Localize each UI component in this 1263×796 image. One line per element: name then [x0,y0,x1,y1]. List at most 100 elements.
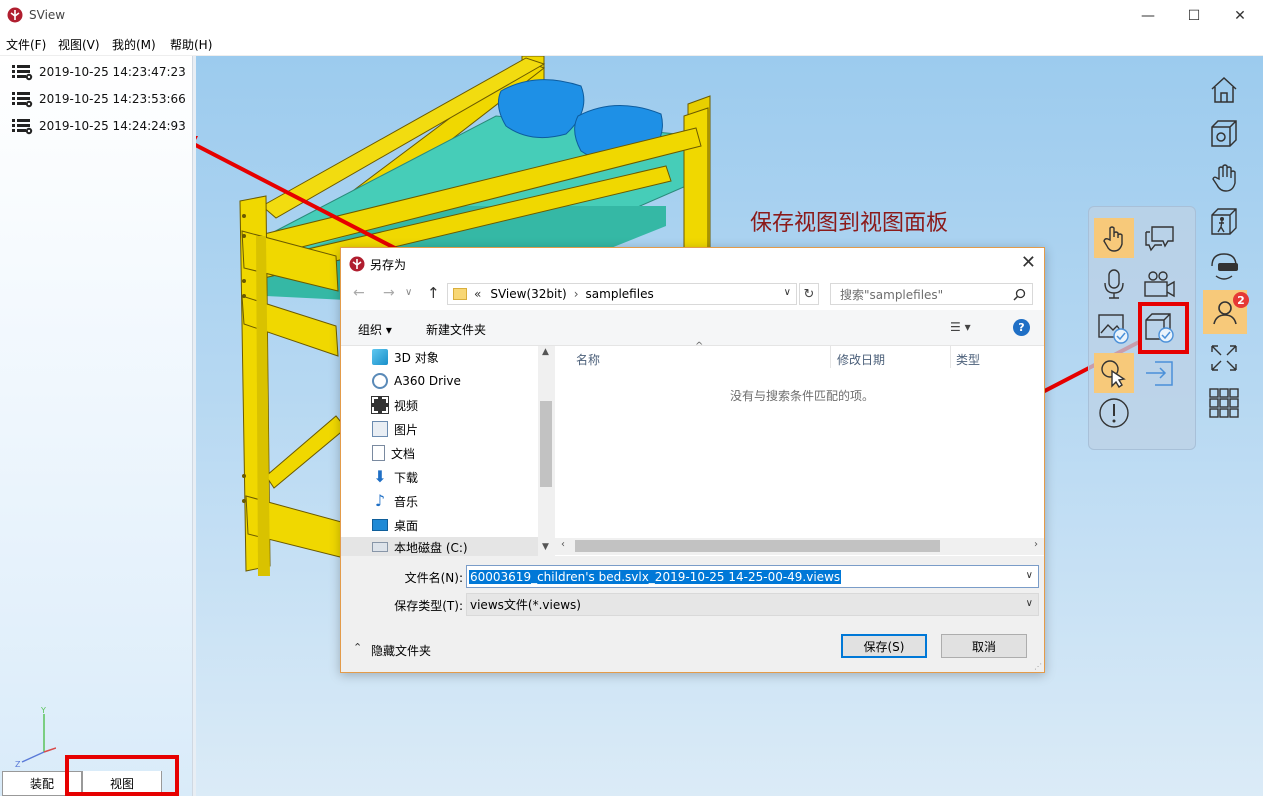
fullscreen-icon[interactable] [1206,340,1242,376]
chevron-down-icon[interactable]: ∨ [1026,570,1033,581]
new-folder-button[interactable]: 新建文件夹 [426,321,486,338]
view-list-icon [12,65,33,81]
chevron-down-icon[interactable]: ∨ [784,287,791,298]
filename-field[interactable]: 60003619_children's bed.svlx_2019-10-25 … [466,565,1039,588]
breadcrumb-segment[interactable]: SView(32bit) [490,287,566,301]
refresh-icon[interactable]: ↻ [799,283,819,305]
filetype-value: views文件(*.views) [470,598,581,612]
column-separator[interactable] [950,346,951,368]
cancel-button[interactable]: 取消 [941,634,1027,658]
video-camera-icon[interactable] [1139,264,1179,304]
hide-folders-toggle[interactable]: 隐藏文件夹 [371,642,431,659]
view-options-icon[interactable]: ☰ ▾ [950,320,971,334]
tree-item[interactable]: 文档 [372,443,415,463]
scroll-up-icon[interactable]: ▲ [542,347,549,357]
users-badge: 2 [1233,292,1249,308]
menu-mine[interactable]: 我的(M) [112,36,156,53]
tree-item[interactable]: 3D 对象 [372,347,439,367]
menu-help[interactable]: 帮助(H) [170,36,212,53]
tree-item[interactable]: A360 Drive [372,371,461,391]
walk-icon[interactable] [1206,204,1242,240]
view-entry-label: 2019-10-25 14:23:53:66 [39,92,186,106]
column-type[interactable]: 类型 [956,351,980,368]
view-entry[interactable]: 2019-10-25 14:23:47:23 [11,63,186,81]
pointer-icon[interactable] [1094,353,1134,393]
dialog-close-button[interactable]: ✕ [1021,252,1036,273]
scroll-left-icon[interactable]: ‹ [561,539,565,550]
resize-grip-icon[interactable]: ⋰ [1034,662,1042,671]
view-entry-label: 2019-10-25 14:23:47:23 [39,65,186,79]
menu-file[interactable]: 文件(F) [6,36,46,53]
tree-item-label: 音乐 [394,494,419,509]
dialog-nav-row: ← → ∨ ↑ « SView(32bit) › samplefiles ∨ ↻… [341,280,1044,310]
forward-arrow-icon[interactable]: → [383,285,395,301]
tree-item[interactable]: 视频 [371,395,419,415]
view-entry[interactable]: 2019-10-25 14:23:53:66 [11,90,186,108]
horizontal-scrollbar[interactable]: ‹ › [555,538,1044,555]
tree-scrollbar[interactable]: ▲ ▼ [538,346,555,556]
save-button[interactable]: 保存(S) [841,634,927,658]
tree-item[interactable]: 桌面 [372,515,418,535]
search-input[interactable]: 搜索"samplefiles" [830,283,1033,305]
filetype-label: 保存类型(T): [394,599,463,613]
tree-item-label: 3D 对象 [394,350,439,365]
info-icon[interactable] [1094,393,1134,433]
column-name[interactable]: 名称 [576,351,600,368]
vr-icon[interactable] [1206,248,1242,284]
microphone-icon[interactable] [1094,264,1134,304]
dialog-title-bar: 另存为 ✕ [341,248,1044,280]
dialog-toolbar: 组织 ▾ 新建文件夹 ☰ ▾ ? [341,310,1044,346]
scroll-right-icon[interactable]: › [1034,539,1038,550]
organize-button[interactable]: 组织 ▾ [358,321,392,338]
address-bar[interactable]: « SView(32bit) › samplefiles ∨ [447,283,797,305]
grid-icon[interactable] [1206,385,1242,421]
back-arrow-icon[interactable]: ← [353,285,365,301]
comment-icon[interactable] [1139,218,1179,258]
local-disk-icon [372,542,388,552]
app-logo-icon [349,256,365,272]
scroll-thumb[interactable] [540,401,552,487]
close-button[interactable]: ✕ [1217,0,1263,31]
filename-value: 60003619_children's bed.svlx_2019-10-25 … [469,569,842,584]
minimize-button[interactable]: — [1125,0,1171,31]
column-separator[interactable] [830,346,831,368]
dialog-title: 另存为 [370,258,407,272]
sort-arrow-icon: ^ [695,341,704,352]
folder-icon [453,288,467,300]
help-icon[interactable]: ? [1013,319,1030,336]
tree-item-label: 图片 [394,422,419,437]
documents-folder-icon [372,445,385,461]
filetype-select[interactable]: views文件(*.views) ∨ [466,593,1039,616]
title-bar: SView — ☐ ✕ [0,0,1263,31]
menu-view[interactable]: 视图(V) [58,36,100,53]
scroll-thumb[interactable] [575,540,940,552]
column-modified[interactable]: 修改日期 [837,351,885,368]
scroll-down-icon[interactable]: ▼ [542,542,549,552]
view-entry[interactable]: 2019-10-25 14:24:24:93 [11,117,186,135]
tree-item[interactable]: 本地磁盘 (C:) [341,537,538,556]
tree-item[interactable]: 图片 [372,419,418,439]
recent-dropdown-icon[interactable]: ∨ [405,287,412,298]
up-arrow-icon[interactable]: ↑ [427,284,440,302]
chevron-up-icon[interactable]: ⌃ [353,641,362,654]
views-panel: 2019-10-25 14:23:47:23 2019-10-25 14:23:… [0,56,193,796]
tree-item[interactable]: ♪ 音乐 [372,491,418,511]
image-check-icon[interactable] [1094,308,1134,348]
file-list: ^ 名称 修改日期 类型 没有与搜索条件匹配的项。 ‹ › [555,341,1044,556]
tree-item[interactable]: ⬇ 下载 [372,467,418,487]
exit-arrow-icon[interactable] [1139,353,1179,393]
save-view-highlight [1138,302,1189,354]
home-icon[interactable] [1206,72,1242,108]
users-icon[interactable]: 2 [1203,290,1249,334]
navigation-tree: 3D 对象 A360 Drive 视频 图片 文档 ⬇ 下载 ♪ 音乐 桌面 本… [341,346,555,556]
tree-item-label: 视频 [394,398,419,413]
save-as-dialog: 另存为 ✕ ← → ∨ ↑ « SView(32bit) › samplefil… [340,247,1045,673]
axis-z-label: Z [15,760,21,769]
maximize-button[interactable]: ☐ [1171,0,1217,31]
view-settings-icon[interactable] [1206,116,1242,152]
hand-icon[interactable] [1206,160,1242,196]
tree-item-label: 桌面 [394,518,419,533]
download-arrow-icon: ⬇ [373,467,387,486]
touch-icon[interactable] [1094,218,1134,258]
breadcrumb-segment[interactable]: samplefiles [586,287,654,301]
